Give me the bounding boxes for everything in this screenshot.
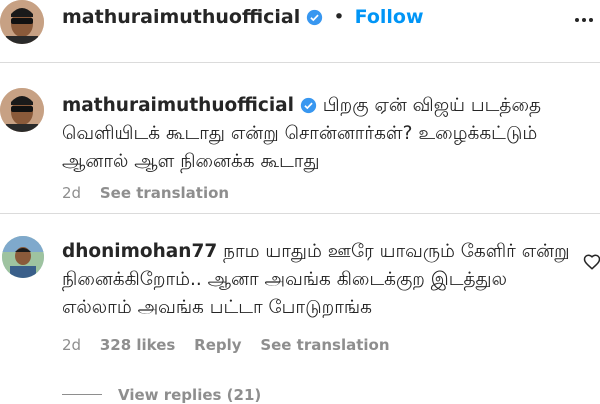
caption-divider — [0, 213, 600, 214]
comment-time: 2d — [62, 336, 82, 354]
comment-see-translation[interactable]: See translation — [260, 336, 389, 354]
follow-button[interactable]: Follow — [355, 6, 424, 28]
caption-username[interactable]: mathuraimuthuofficial — [62, 95, 294, 116]
caption-verified-icon — [300, 97, 317, 114]
comment-username[interactable]: dhonimohan77 — [62, 241, 217, 262]
replies-line — [62, 394, 102, 395]
reply-button[interactable]: Reply — [194, 336, 241, 354]
header-divider — [0, 62, 600, 63]
caption-time: 2d — [62, 184, 82, 202]
caption-see-translation[interactable]: See translation — [100, 184, 229, 202]
separator-dot: • — [333, 6, 345, 28]
caption-avatar[interactable] — [0, 88, 44, 132]
post-header: mathuraimuthuofficial • Follow — [0, 0, 600, 58]
like-heart-icon[interactable] — [583, 253, 600, 271]
commenter-avatar[interactable] — [2, 236, 44, 278]
verified-badge-icon — [306, 9, 323, 26]
comment-meta: 2d 328 likes Reply See translation — [62, 336, 404, 354]
view-replies-button[interactable]: View replies (21) — [118, 386, 261, 404]
more-horizontal-icon[interactable] — [572, 8, 596, 32]
author-username[interactable]: mathuraimuthuofficial — [62, 6, 300, 28]
author-avatar[interactable] — [0, 0, 44, 44]
caption-meta: 2d See translation — [62, 184, 243, 202]
comment-text-block: dhonimohan77 நாம யாதும் ஊரே யாவரும் கேளி… — [62, 238, 582, 322]
comment-likes[interactable]: 328 likes — [100, 336, 176, 354]
caption-text-block: mathuraimuthuofficial பிறகு ஏன் விஜய் பட… — [62, 92, 562, 176]
